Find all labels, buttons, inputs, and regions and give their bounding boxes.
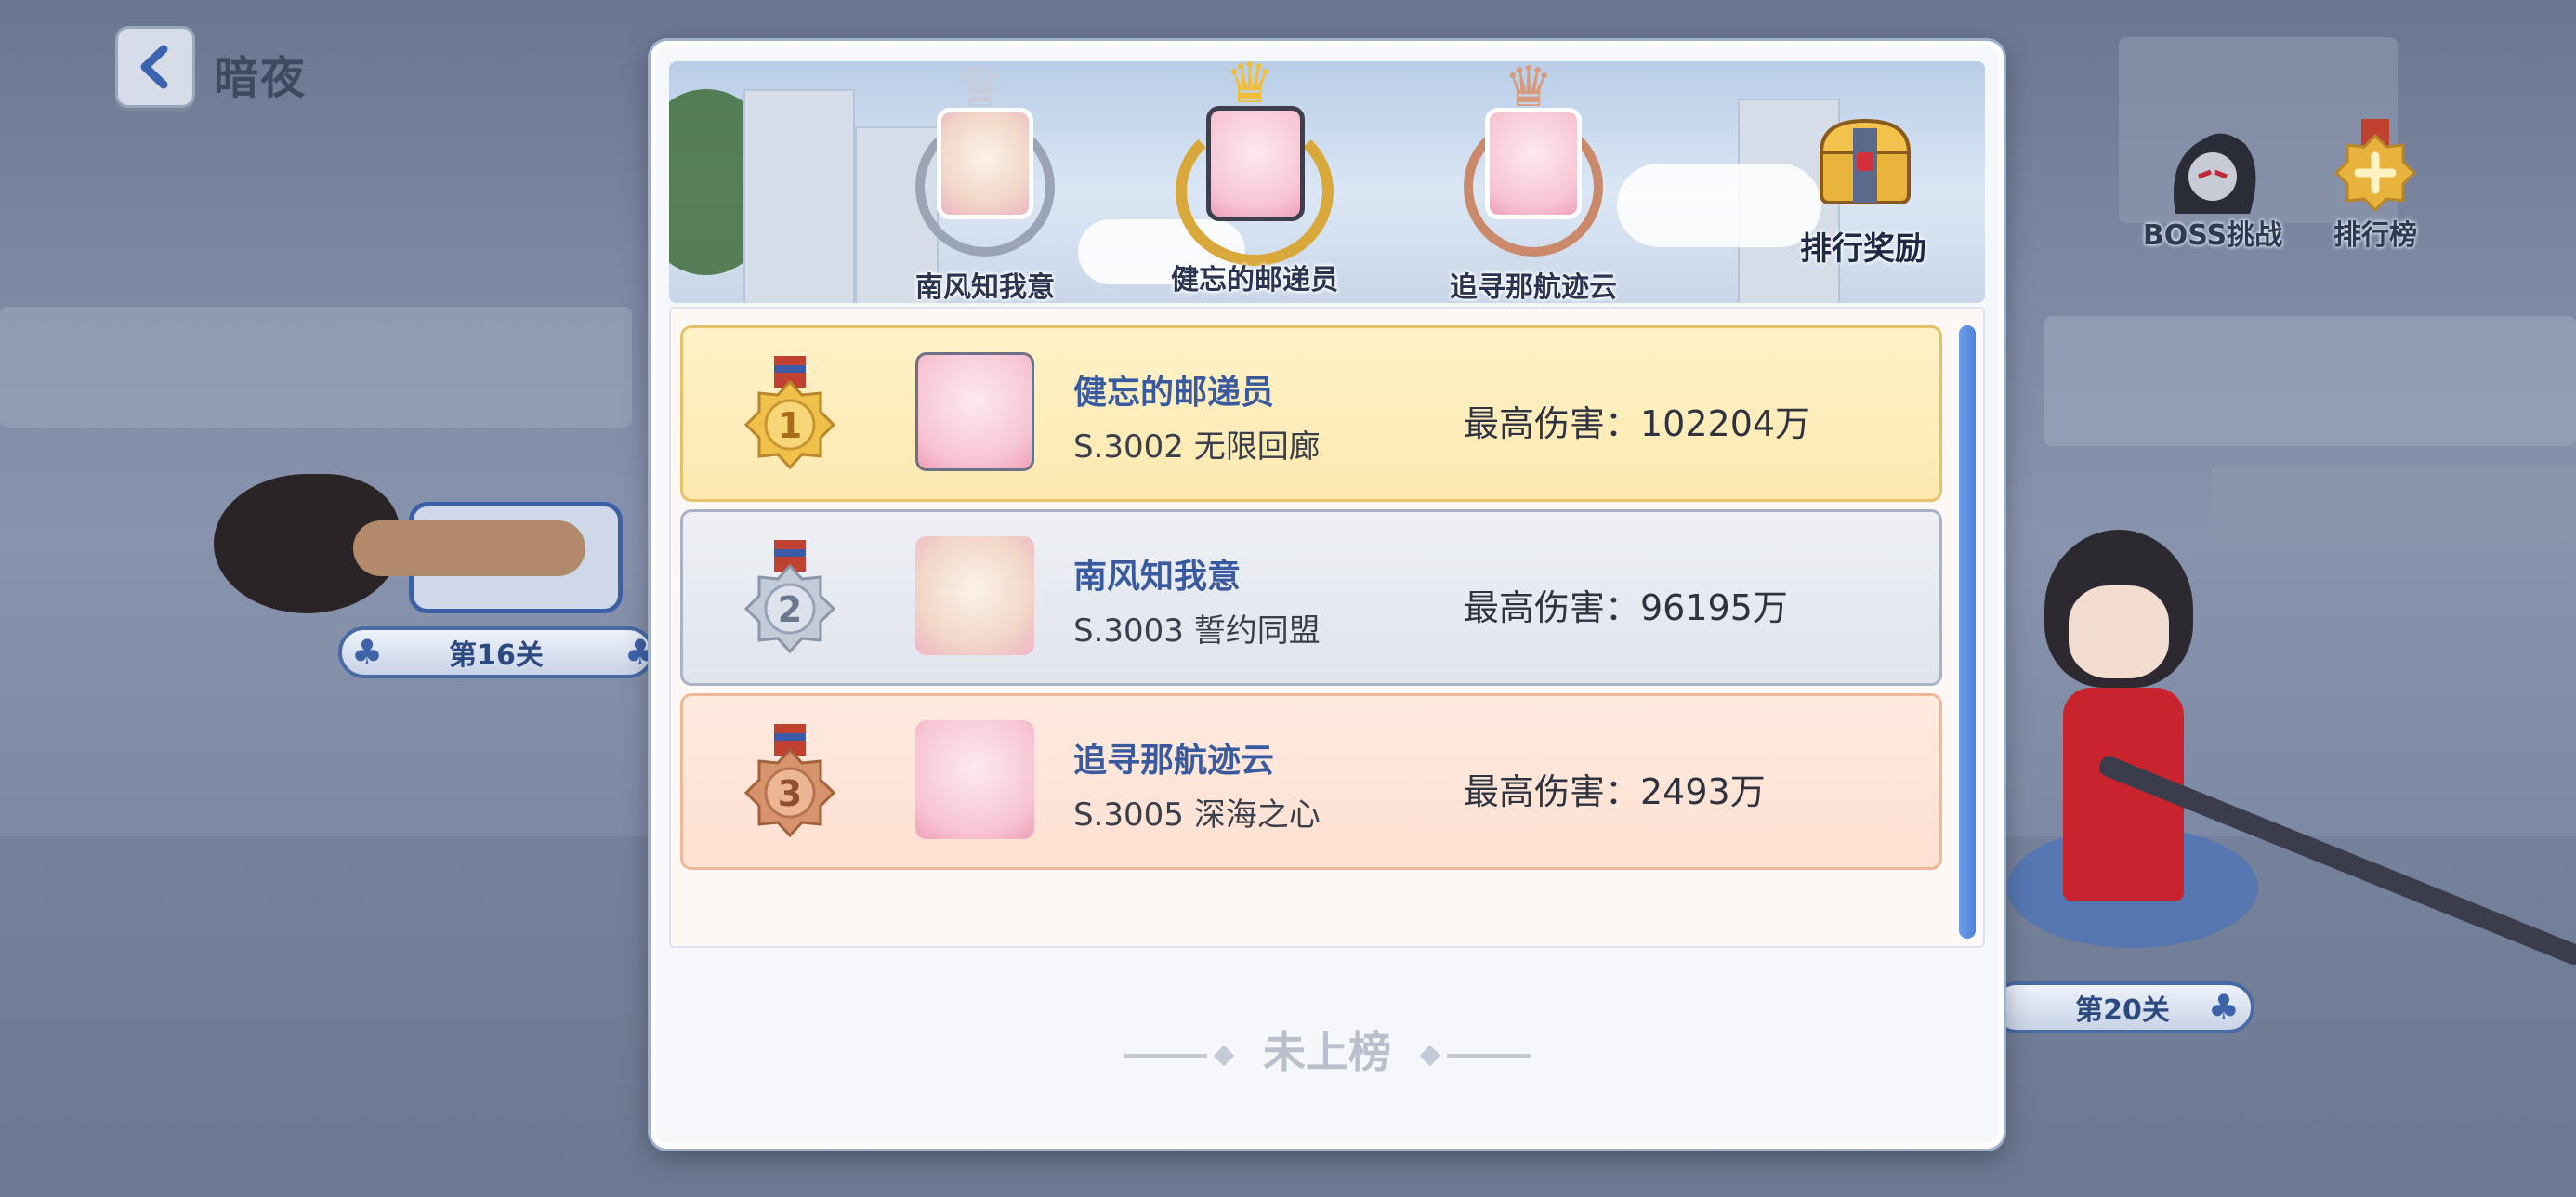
player-name: 健忘的邮递员	[1073, 374, 1275, 412]
club-icon: ♣	[351, 632, 384, 673]
player-avatar[interactable]	[915, 720, 1034, 839]
bg-building	[743, 89, 855, 303]
ranking-row-2[interactable]: 2 南风知我意 S.3003 誓约同盟 最高伤害：96195万	[680, 509, 1942, 686]
stage-tag-20[interactable]: 第20关 ♣	[1991, 981, 2254, 1033]
self-rank-label: 未上榜	[1263, 1027, 1391, 1077]
player-server: S.3002 无限回廊	[1073, 428, 1321, 466]
player-avatar[interactable]	[915, 536, 1034, 655]
rank-reward-label: 排行奖励	[1800, 230, 1926, 268]
diamond-icon	[1419, 1045, 1441, 1066]
self-rank-status: 未上榜	[656, 1019, 1998, 1080]
bronze-medal-icon: 3	[743, 724, 836, 838]
max-damage: 最高伤害：96195万	[1464, 587, 1788, 628]
podium-first[interactable]: ♛ 健忘的邮递员	[1143, 61, 1366, 303]
leaderboard-button[interactable]: 排行榜	[2320, 119, 2431, 258]
gold-medal-icon: 1	[743, 356, 836, 470]
medal-icon	[2333, 119, 2417, 213]
divider	[1447, 1053, 1531, 1058]
podium-second-avatar	[937, 108, 1033, 219]
podium-second-name: 南风知我意	[915, 271, 1055, 303]
leaderboard-label: 排行榜	[2333, 219, 2417, 252]
player-name: 南风知我意	[1073, 558, 1242, 596]
boss-challenge-label: BOSS挑战	[2142, 219, 2283, 252]
player-server: S.3005 深海之心	[1073, 796, 1321, 834]
rank-number: 3	[778, 773, 802, 814]
stage-title: 暗夜	[214, 52, 308, 104]
podium-first-avatar	[1206, 106, 1305, 221]
bg-ruin-left	[0, 307, 632, 428]
podium-first-name: 健忘的邮递员	[1171, 264, 1338, 296]
back-button[interactable]	[115, 26, 195, 108]
ranking-panel: ♛ 南风知我意 ♛ 健忘的邮递员 ♛ 追寻那航迹云 排行奖励 1 健忘的邮递员 …	[651, 41, 2004, 1149]
boss-icon	[2174, 133, 2256, 214]
scrollbar-thumb[interactable]	[1959, 325, 1976, 939]
ranking-row-3[interactable]: 3 追寻那航迹云 S.3005 深海之心 最高伤害：2493万	[680, 693, 1942, 870]
diamond-icon	[1213, 1045, 1235, 1066]
stage-tag-label: 第16关	[449, 639, 544, 672]
player-avatar[interactable]	[915, 352, 1034, 471]
club-icon: ♣	[2207, 987, 2240, 1028]
fallen-character	[214, 455, 623, 632]
silver-medal-icon: 2	[743, 540, 836, 654]
chevron-left-icon	[140, 45, 168, 89]
podium-banner: ♛ 南风知我意 ♛ 健忘的邮递员 ♛ 追寻那航迹云 排行奖励	[669, 61, 1985, 303]
player-server: S.3003 誓约同盟	[1073, 612, 1321, 650]
podium-third-avatar	[1485, 108, 1582, 219]
podium-third-name: 追寻那航迹云	[1450, 271, 1617, 303]
max-damage: 最高伤害：2493万	[1464, 771, 1766, 812]
list-scrollbar[interactable]	[1959, 325, 1976, 939]
stage-tag-label: 第20关	[2075, 994, 2170, 1027]
rank-number: 2	[778, 589, 802, 630]
max-damage: 最高伤害：102204万	[1464, 403, 1811, 444]
ranking-row-1[interactable]: 1 健忘的邮递员 S.3002 无限回廊 最高伤害：102204万	[680, 325, 1942, 502]
ranking-list[interactable]: 1 健忘的邮递员 S.3002 无限回廊 最高伤害：102204万 2 南风知我…	[669, 307, 1985, 948]
treasure-chest-icon	[1819, 118, 1912, 204]
gold-crown-icon: ♛	[1225, 61, 1275, 116]
rank-number: 1	[778, 405, 802, 446]
rank-reward-button[interactable]: 排行奖励	[1775, 115, 1952, 292]
podium-third[interactable]: ♛ 追寻那航迹云	[1431, 61, 1636, 303]
bg-ruin-right	[2044, 316, 2576, 446]
player-name: 追寻那航迹云	[1073, 742, 1275, 780]
boss-challenge-button[interactable]: BOSS挑战	[2134, 121, 2292, 260]
player-character	[1989, 520, 2576, 967]
divider	[1123, 1053, 1207, 1058]
stage-tag-16[interactable]: ♣ 第16关 ♣	[338, 626, 656, 678]
podium-second[interactable]: ♛ 南风知我意	[883, 61, 1087, 303]
